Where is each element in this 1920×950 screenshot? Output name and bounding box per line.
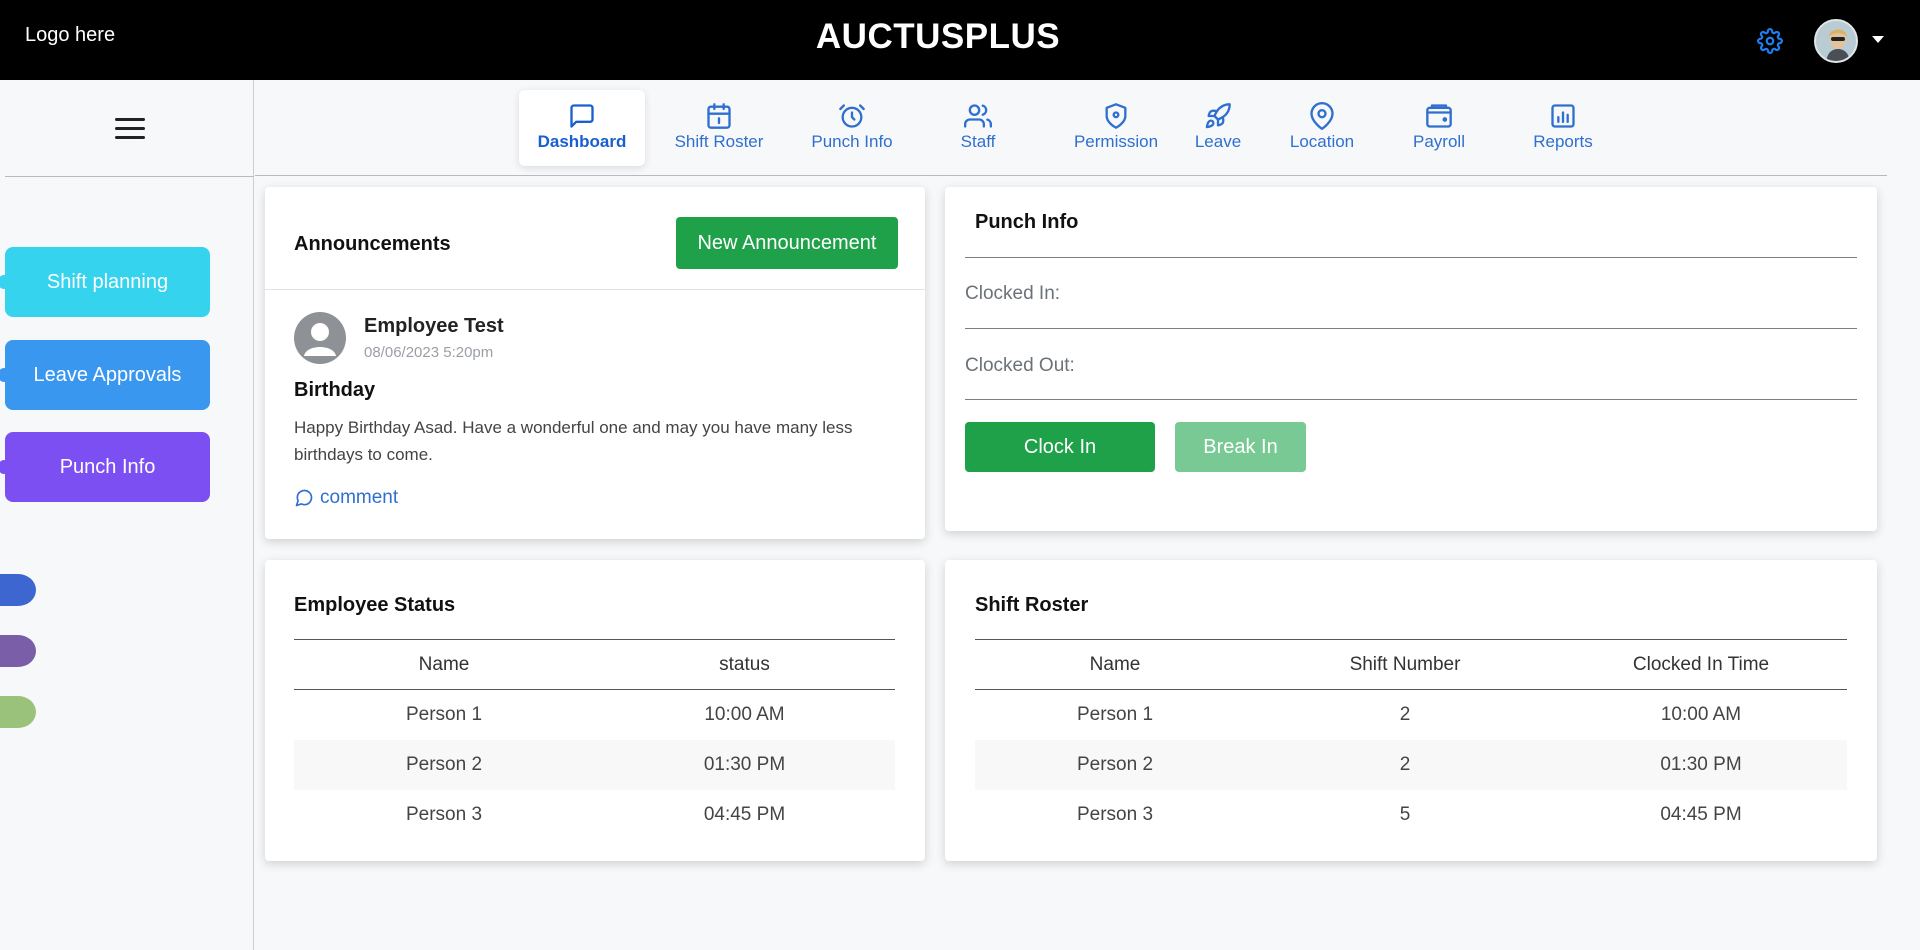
announcement-author: Employee Test [364,315,504,337]
table-cell: 2 [1255,739,1555,790]
shield-icon [1105,103,1127,129]
column-header: Name [975,639,1255,690]
announcement-heading: Birthday [294,379,376,401]
table-cell: 04:45 PM [703,803,786,825]
calendar-icon [707,103,731,129]
employee-status-title: Employee Status [294,594,456,616]
table-cell: 04:45 PM [1660,803,1742,825]
presentation-icon [570,104,594,128]
table-header-row: Name Shift Number Clocked In Time [975,639,1847,690]
tab-label: Location [1289,132,1355,151]
chevron-down-icon[interactable] [1872,36,1884,43]
clocked-in-label: Clocked In: [965,283,1061,304]
rocket-icon [1205,103,1231,129]
sidebar-divider [5,176,254,177]
table-cell: 01:30 PM [594,739,895,790]
table-row: Person 2 01:30 PM [294,739,895,790]
announcement-body: Happy Birthday Asad. Have a wonderful on… [294,418,853,464]
table-row: Person 3 5 04:45 PM [975,790,1847,840]
tab-location[interactable]: Location [1259,90,1385,166]
people-icon [964,104,992,128]
purple-marker[interactable] [0,635,36,667]
column-header: status [594,639,895,690]
punch-info-button[interactable]: Punch Info [0,432,210,502]
comment-icon [295,489,313,507]
tab-dashboard[interactable]: Dashboard [519,90,645,166]
app-title: AUCTUSPLUS [815,17,1061,56]
user-icon [294,312,346,364]
table-cell: 2 [1399,703,1411,725]
table-row: Person 3 04:45 PM [294,790,895,840]
tab-payroll[interactable]: Payroll [1376,90,1502,166]
shift-planning-button[interactable]: Shift planning [0,247,210,317]
tab-label: Punch Info [811,132,893,151]
column-header: Shift Number [1255,639,1555,690]
employee-status-table: Name status Person 1 10:00 AM Person 2 0… [294,639,895,840]
gear-icon[interactable] [1757,28,1783,54]
tab-staff[interactable]: Staff [915,90,1041,166]
clock-in-button[interactable]: Clock In [965,422,1155,472]
avatar[interactable] [1814,19,1858,63]
divider [965,257,1857,258]
table-cell: Person 1 [405,703,483,725]
new-announcement-button[interactable]: New Announcement [676,217,898,269]
column-header: Clocked In Time [1555,639,1847,690]
hamburger-icon[interactable] [115,118,145,140]
top-bar: Logo here AUCTUSPLUS [0,0,1920,80]
shift-roster-card: Shift Roster Name Shift Number Clocked I… [945,560,1877,861]
clocked-out-label: Clocked Out: [965,355,1075,376]
table-cell: 01:30 PM [1555,739,1847,790]
tab-label: Staff [960,132,996,151]
punch-info-title: Punch Info [975,211,1079,233]
alarm-clock-icon [839,104,865,128]
tab-shift-roster[interactable]: Shift Roster [656,90,782,166]
column-header: Name [294,639,594,690]
employee-status-card: Employee Status Name status Person 1 10:… [265,560,925,861]
divider [265,289,925,290]
comment-link[interactable]: comment [294,487,398,509]
leave-approvals-button[interactable]: Leave Approvals [0,340,210,410]
shift-roster-table: Name Shift Number Clocked In Time Person… [975,639,1847,840]
divider [965,328,1857,329]
tab-label: Dashboard [537,132,627,151]
blue-marker[interactable] [0,574,36,606]
table-cell: 10:00 AM [1660,703,1742,725]
table-row: Person 2 2 01:30 PM [975,739,1847,790]
divider [965,399,1857,400]
announcements-card: Announcements New Announcement Employee … [265,187,925,539]
comment-label: comment [320,487,399,508]
table-cell: Person 2 [975,739,1255,790]
tab-reports[interactable]: Reports [1500,90,1626,166]
map-pin-icon [1310,102,1334,130]
table-row: Person 1 10:00 AM [294,690,895,740]
table-cell: Person 1 [1076,703,1154,725]
table-header-row: Name status [294,639,895,690]
table-cell: Person 3 [405,803,483,825]
announcements-title: Announcements [294,233,451,255]
break-in-button[interactable]: Break In [1175,422,1306,472]
table-row: Person 1 2 10:00 AM [975,690,1847,740]
wallet-icon [1426,104,1452,128]
tab-punch-info[interactable]: Punch Info [789,90,915,166]
main-tab-nav: Dashboard Shift Roster Punch Info Staff … [255,80,1887,176]
table-cell: Person 2 [294,739,594,790]
table-cell: Person 3 [1076,803,1154,825]
left-sidebar [0,80,254,950]
punch-info-card: Punch Info Clocked In: Clocked Out: Cloc… [945,187,1877,531]
tab-label: Reports [1533,132,1593,151]
green-marker[interactable] [0,696,36,728]
shift-roster-title: Shift Roster [975,594,1089,616]
table-cell: 5 [1399,803,1411,825]
tab-label: Shift Roster [674,132,764,151]
announcement-timestamp: 08/06/2023 5:20pm [364,344,494,361]
bar-chart-icon [1551,104,1575,128]
table-cell: 10:00 AM [704,703,785,725]
tab-label: Payroll [1413,132,1465,151]
